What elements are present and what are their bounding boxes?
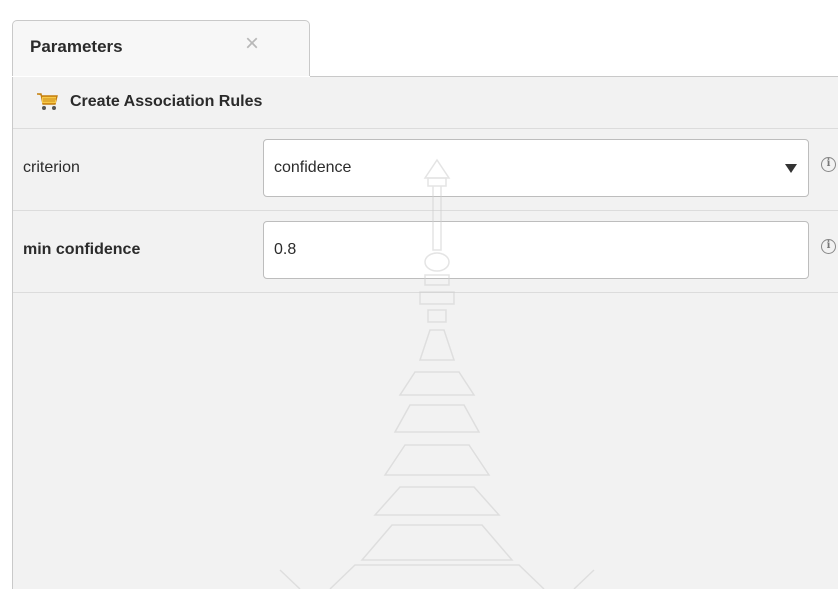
tab-title: Parameters — [30, 37, 123, 56]
chevron-down-icon[interactable] — [785, 164, 797, 173]
min-confidence-input[interactable]: 0.8 — [263, 221, 809, 279]
operator-title: Create Association Rules — [70, 93, 263, 110]
param-row-criterion: criterion confidence i — [13, 129, 838, 211]
criterion-dropdown[interactable]: confidence — [263, 139, 809, 197]
parameters-panel: Create Association Rules criterion confi… — [12, 77, 838, 589]
tab-parameters[interactable]: Parameters × — [12, 20, 310, 76]
close-icon[interactable]: × — [245, 32, 259, 56]
shopping-cart-icon — [37, 93, 58, 110]
param-label: min confidence — [23, 241, 141, 258]
param-label: criterion — [23, 159, 80, 176]
min-confidence-value: 0.8 — [274, 241, 297, 258]
tab-strip: Parameters × — [0, 0, 838, 77]
criterion-value: confidence — [274, 159, 352, 176]
operator-header: Create Association Rules — [13, 77, 838, 129]
info-icon[interactable]: i — [821, 239, 836, 254]
param-row-min-confidence: min confidence 0.8 i — [13, 211, 838, 293]
info-icon[interactable]: i — [821, 157, 836, 172]
